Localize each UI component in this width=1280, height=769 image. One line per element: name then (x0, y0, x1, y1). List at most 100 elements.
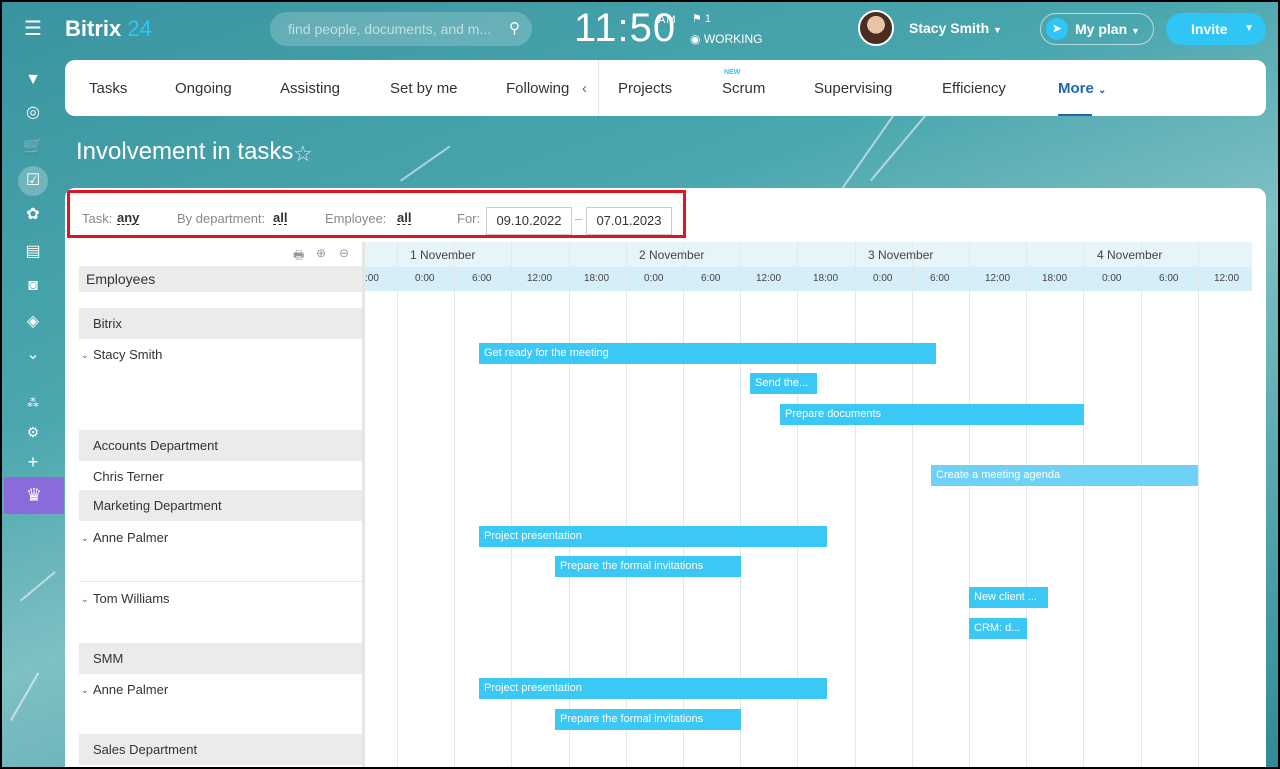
hour-label: 0:00 (873, 273, 893, 284)
structure-icon[interactable]: ⁂ (22, 392, 44, 414)
chevron-down-icon[interactable]: ⌄ (81, 345, 89, 365)
active-tab-underline (1058, 114, 1092, 116)
department-filter-value[interactable]: all (273, 211, 288, 225)
sites-icon[interactable]: ✿ (22, 204, 44, 226)
chevron-down-icon[interactable]: ⌄ (81, 589, 89, 609)
day-label: 4 November (1097, 248, 1163, 262)
chevron-down-icon[interactable]: ⌄ (81, 528, 89, 548)
tab-projects[interactable]: Projects (618, 80, 672, 97)
box-icon[interactable]: ◈ (22, 311, 44, 333)
work-status[interactable]: ◉ WORKING (690, 32, 762, 46)
employee-row[interactable]: ⌄ Tom Williams (79, 589, 362, 609)
robot-icon[interactable]: ◙ (22, 275, 44, 297)
task-bar[interactable]: Prepare the formal invitations (555, 709, 741, 730)
clock[interactable]: 11:50 AM (574, 6, 676, 51)
hour-label: :00 (365, 273, 379, 284)
filter-bar: Task: any By department: all Employee: a… (67, 190, 686, 238)
filter-icon[interactable]: ▼ (22, 69, 44, 91)
task-bar[interactable]: Create a meeting agenda (931, 465, 1198, 486)
invite-button[interactable]: Invite ▼ (1166, 13, 1266, 45)
tab-set-by-me[interactable]: Set by me (390, 80, 458, 97)
date-to-input[interactable]: 07.01.2023 (586, 207, 672, 235)
hour-label: 0:00 (644, 273, 664, 284)
hour-label: 0:00 (415, 273, 435, 284)
search-input[interactable]: find people, documents, and m... ⚲ (270, 12, 532, 46)
department-row: Marketing Department (79, 490, 362, 521)
contacts-icon[interactable]: ▤ (22, 241, 44, 263)
pane-splitter[interactable] (362, 242, 365, 769)
department-row: Accounts Department (79, 430, 362, 461)
task-filter-label: Task: (82, 211, 113, 226)
tab-ongoing[interactable]: Ongoing (175, 80, 232, 97)
hour-label: 6:00 (701, 273, 721, 284)
search-icon[interactable]: ⚲ (509, 12, 520, 46)
hour-label: 18:00 (584, 273, 610, 284)
employees-header: Employees (79, 266, 362, 292)
employee-row[interactable]: ⌄ Stacy Smith (79, 345, 362, 365)
employee-row[interactable]: Chris Terner (79, 467, 362, 487)
hour-label: 12:00 (985, 273, 1011, 284)
task-bar[interactable]: Prepare the formal invitations (555, 556, 741, 577)
user-menu[interactable]: Stacy Smith ▼ (909, 20, 1002, 36)
more-down-icon[interactable]: ⌄ (22, 344, 44, 366)
task-bar[interactable]: Prepare documents (780, 404, 1084, 425)
task-bar[interactable]: Send the... (750, 373, 817, 394)
collapse-arrow-icon[interactable]: ‹ (582, 80, 587, 97)
zoom-out-icon[interactable]: ⊖ (339, 246, 349, 260)
hour-label: 12:00 (1214, 273, 1240, 284)
my-plan-button[interactable]: ➤ My plan ▼ (1040, 13, 1154, 45)
employee-row[interactable]: ⌄ Anne Palmer (79, 680, 362, 700)
avatar[interactable] (858, 10, 894, 46)
tab-assisting[interactable]: Assisting (280, 80, 340, 97)
chevron-down-icon[interactable]: ⌄ (81, 680, 89, 700)
tab-tasks[interactable]: Tasks (89, 80, 127, 97)
task-filter-value[interactable]: any (117, 211, 140, 225)
tab-more[interactable]: More ⌄ (1058, 80, 1106, 97)
hour-label: 12:00 (756, 273, 782, 284)
star-icon[interactable]: ☆ (293, 141, 313, 167)
task-bar[interactable]: Project presentation (479, 678, 827, 699)
tab-scrum[interactable]: Scrum (722, 80, 765, 97)
employee-row[interactable]: ⌄ Anne Palmer (79, 528, 362, 548)
chevron-down-icon[interactable]: ▼ (1244, 13, 1254, 45)
task-bar[interactable]: CRM: d... (969, 618, 1027, 639)
department-row: SMM (79, 643, 362, 674)
tab-efficiency[interactable]: Efficiency (942, 80, 1006, 97)
day-label: 2 November (639, 248, 705, 262)
date-separator: – (575, 211, 583, 226)
department-row: Sales Department (79, 734, 362, 765)
day-label: 3 November (868, 248, 934, 262)
hour-label: 6:00 (472, 273, 492, 284)
department-filter-label: By department: (177, 211, 266, 226)
task-bar[interactable]: Get ready for the meeting (479, 343, 936, 364)
page-title: Involvement in tasks (76, 138, 294, 165)
task-bar[interactable]: New client ... (969, 587, 1048, 608)
new-badge: NEW (724, 69, 741, 76)
zoom-in-icon[interactable]: ⊕ (316, 246, 326, 260)
add-icon[interactable]: + (22, 451, 44, 473)
logo[interactable]: Bitrix 24 (65, 16, 152, 42)
day-label: 1 November (410, 248, 476, 262)
cart-icon[interactable]: 🛒 (22, 136, 44, 158)
print-icon[interactable]: 🖶 (293, 246, 304, 267)
row-divider (79, 581, 362, 582)
main-panel: Task: any By department: all Employee: a… (65, 188, 1266, 769)
hamburger-menu-icon[interactable]: ☰ (22, 18, 44, 40)
crown-icon[interactable]: ♛ (4, 477, 64, 514)
department-row: Bitrix (79, 308, 362, 339)
settings-icon[interactable]: ⚙ (22, 421, 44, 443)
rocket-icon: ➤ (1046, 18, 1068, 40)
hour-label: 12:00 (527, 273, 553, 284)
date-from-input[interactable]: 09.10.2022 (486, 207, 572, 235)
tasks-icon[interactable]: ☑ (18, 166, 48, 196)
employee-filter-value[interactable]: all (397, 211, 412, 225)
tab-following[interactable]: Following (506, 80, 569, 97)
hour-label: 6:00 (1159, 273, 1179, 284)
tab-divider (598, 60, 599, 116)
flag-counter[interactable]: ⚑ 1 (692, 12, 711, 25)
hour-label: 6:00 (930, 273, 950, 284)
tab-supervising[interactable]: Supervising (814, 80, 892, 97)
target-icon[interactable]: ◎ (22, 102, 44, 124)
task-bar[interactable]: Project presentation (479, 526, 827, 547)
date-filter-label: For: (457, 211, 481, 226)
